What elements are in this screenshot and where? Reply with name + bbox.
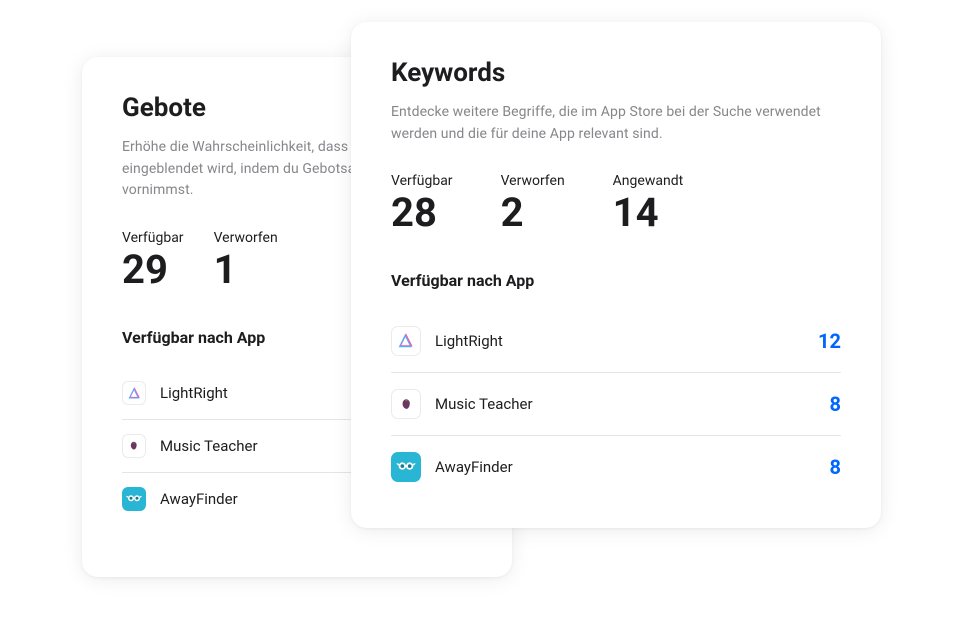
stat-label: Verworfen — [501, 173, 565, 189]
gebote-stat-verworfen: Verworfen 1 — [214, 230, 278, 290]
stat-value: 29 — [122, 250, 184, 290]
stat-value: 14 — [613, 193, 684, 233]
keywords-card[interactable]: Keywords Entdecke weitere Begriffe, die … — [351, 22, 881, 528]
keywords-stat-verworfen: Verworfen 2 — [501, 173, 565, 233]
keywords-section-label: Verfügbar nach App — [391, 271, 841, 290]
stat-value: 28 — [391, 193, 453, 233]
lightright-icon — [122, 381, 146, 405]
app-count: 8 — [830, 455, 841, 479]
stat-label: Verworfen — [214, 230, 278, 246]
keywords-title: Keywords — [391, 58, 841, 88]
stat-label: Angewandt — [613, 173, 684, 189]
gebote-stat-verfuegbar: Verfügbar 29 — [122, 230, 184, 290]
stat-label: Verfügbar — [122, 230, 184, 246]
keywords-stat-angewandt: Angewandt 14 — [613, 173, 684, 233]
app-item-musicteacher[interactable]: Music Teacher 8 — [391, 373, 841, 436]
keywords-app-list: LightRight 12 Music Teacher 8 AwayFinder… — [391, 310, 841, 498]
keywords-stats-row: Verfügbar 28 Verworfen 2 Angewandt 14 — [391, 173, 841, 233]
app-count: 8 — [830, 392, 841, 416]
app-name: LightRight — [435, 332, 818, 350]
musicteacher-icon — [391, 389, 421, 419]
awayfinder-icon — [391, 452, 421, 482]
app-name: AwayFinder — [435, 458, 830, 476]
app-count: 12 — [818, 329, 841, 353]
awayfinder-icon — [122, 487, 146, 511]
app-item-awayfinder[interactable]: AwayFinder 8 — [391, 436, 841, 498]
stat-value: 2 — [501, 193, 565, 233]
app-name: Music Teacher — [435, 395, 830, 413]
stat-value: 1 — [214, 250, 278, 290]
app-item-lightright[interactable]: LightRight 12 — [391, 310, 841, 373]
keywords-stat-verfuegbar: Verfügbar 28 — [391, 173, 453, 233]
lightright-icon — [391, 326, 421, 356]
keywords-description: Entdecke weitere Begriffe, die im App St… — [391, 102, 841, 145]
musicteacher-icon — [122, 434, 146, 458]
stat-label: Verfügbar — [391, 173, 453, 189]
